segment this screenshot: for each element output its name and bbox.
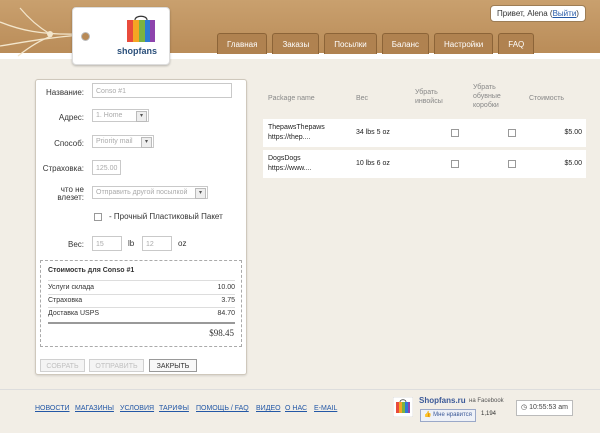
logout-link[interactable]: Выйти	[553, 9, 577, 18]
chevron-down-icon: ▾	[141, 137, 152, 148]
tag-hole	[81, 32, 90, 41]
cost-row-value: 10.00	[217, 284, 235, 291]
cost-row-label: Страховка	[48, 297, 83, 304]
cost-row: Услуги склада 10.00	[48, 284, 235, 291]
nofit-select[interactable]: Отправить другой посылкой ▾	[92, 186, 208, 199]
weight-lb-unit: lb	[128, 239, 135, 248]
address-label: Адрес:	[58, 113, 84, 122]
facebook-like-button[interactable]: 👍 Мне нравится	[420, 409, 476, 422]
plastic-bag-checkbox[interactable]	[94, 213, 102, 221]
method-label: Способ:	[54, 139, 84, 148]
weight-label: Вес:	[67, 240, 84, 249]
close-button[interactable]: ЗАКРЫТЬ	[149, 359, 197, 372]
footer-link-video[interactable]: ВИДЕО	[256, 405, 281, 412]
package-name: DogsDogs	[268, 155, 301, 162]
column-header-cost: Стоимость	[529, 95, 565, 102]
table-row[interactable]: DogsDogs https://www.... 10 lbs 6 oz $5.…	[263, 150, 586, 178]
divider	[48, 280, 235, 281]
column-header-weight: Вес	[356, 95, 369, 102]
shopping-bag-icon	[127, 15, 155, 42]
method-value: Priority mail	[96, 138, 133, 145]
cost-row-label: Доставка USPS	[48, 310, 100, 317]
send-button[interactable]: ОТПРАВИТЬ	[89, 359, 144, 372]
remove-invoices-checkbox[interactable]	[451, 129, 459, 137]
package-url[interactable]: https://thep....	[268, 134, 310, 141]
remove-shoeboxes-checkbox[interactable]	[508, 129, 516, 137]
address-select[interactable]: 1. Home ▾	[92, 109, 149, 122]
divider	[48, 307, 235, 308]
cost-row-value: 3.75	[221, 297, 235, 304]
user-greeting: Привет, Alena (Выйти)	[490, 5, 586, 22]
column-header-name: Package name	[268, 95, 315, 102]
footer-divider	[0, 389, 600, 390]
package-weight: 10 lbs 6 oz	[356, 160, 390, 167]
total-divider	[48, 322, 235, 324]
divider	[48, 294, 235, 295]
footer-link-shops[interactable]: МАГАЗИНЫ	[75, 405, 114, 412]
address-value: 1. Home	[96, 112, 123, 119]
chevron-down-icon: ▾	[195, 188, 206, 199]
footer-link-tariffs[interactable]: ТАРИФЫ	[159, 405, 189, 412]
logo-tag[interactable]: shopfans	[72, 7, 170, 65]
weight-oz-unit: oz	[178, 239, 187, 248]
cost-row: Доставка USPS 84.70	[48, 310, 235, 317]
brand-logo-text: shopfans	[117, 46, 158, 56]
name-label: Название:	[46, 88, 84, 97]
plastic-bag-label: - Прочный Пластиковый Пакет	[109, 212, 223, 221]
consolidation-panel: Название: Conso #1 Адрес: 1. Home ▾ Спос…	[35, 79, 247, 375]
insurance-input[interactable]: 125.00	[92, 160, 121, 175]
column-header-remove-invoices: Убрать инвойсы	[415, 89, 443, 105]
package-weight: 34 lbs 5 oz	[356, 129, 390, 136]
package-name: ThepawsThepaws	[268, 124, 325, 131]
main-nav: Главная Заказы Посылки Баланс Настройки …	[217, 33, 535, 54]
tab-orders[interactable]: Заказы	[272, 33, 320, 54]
cost-row-value: 84.70	[217, 310, 235, 317]
like-count: 1,194	[481, 411, 497, 417]
tab-faq[interactable]: FAQ	[498, 33, 535, 54]
thumbs-up-icon: 👍	[424, 412, 432, 418]
clock-time: 10:55:53 am	[529, 404, 568, 411]
nofit-label: что не влезет:	[57, 185, 84, 202]
footer-link-email[interactable]: E-MAIL	[314, 405, 337, 412]
like-label: Мне нравится	[433, 412, 472, 418]
method-select[interactable]: Priority mail ▾	[92, 135, 154, 148]
tab-home[interactable]: Главная	[217, 33, 268, 54]
tab-balance[interactable]: Баланс	[381, 33, 430, 54]
footer-link-help-faq[interactable]: ПОМОЩЬ / FAQ	[196, 405, 249, 412]
cost-row: Страховка 3.75	[48, 297, 235, 304]
weight-lb-input[interactable]: 15	[92, 236, 122, 251]
name-input[interactable]: Conso #1	[92, 83, 232, 98]
facebook-on-label: на Facebook	[469, 398, 504, 404]
remove-shoeboxes-checkbox[interactable]	[508, 160, 516, 168]
clock: ◷ 10:55:53 am	[516, 400, 573, 416]
footer-link-terms[interactable]: УСЛОВИЯ	[120, 405, 154, 412]
greeting-text: Привет, Alena	[497, 9, 548, 18]
cost-total: $98.45	[209, 328, 234, 338]
collect-button[interactable]: СОБРАТЬ	[40, 359, 85, 372]
weight-oz-input[interactable]: 12	[142, 236, 172, 251]
package-cost: $5.00	[564, 160, 582, 167]
cost-row-label: Услуги склада	[48, 284, 95, 291]
tab-settings[interactable]: Настройки	[434, 33, 494, 54]
cost-title: Стоимость для Conso #1	[48, 267, 135, 274]
facebook-page-title[interactable]: Shopfans.ru	[419, 396, 466, 405]
insurance-label: Страховка:	[42, 164, 84, 173]
footer-link-news[interactable]: НОВОСТИ	[35, 405, 70, 412]
table-row[interactable]: ThepawsThepaws https://thep.... 34 lbs 5…	[263, 119, 586, 147]
package-url[interactable]: https://www....	[268, 165, 312, 172]
column-header-remove-shoeboxes: Убрать обувные коробки	[473, 84, 501, 109]
nofit-value: Отправить другой посылкой	[96, 189, 188, 196]
tab-packages[interactable]: Посылки	[324, 33, 377, 54]
package-cost: $5.00	[564, 129, 582, 136]
remove-invoices-checkbox[interactable]	[451, 160, 459, 168]
chevron-down-icon: ▾	[136, 111, 147, 122]
shopfans-bag-icon	[393, 397, 413, 417]
cost-summary: Стоимость для Conso #1 Услуги склада 10.…	[40, 260, 242, 347]
footer-link-about[interactable]: О НАС	[285, 405, 307, 412]
clock-icon: ◷	[521, 404, 528, 411]
